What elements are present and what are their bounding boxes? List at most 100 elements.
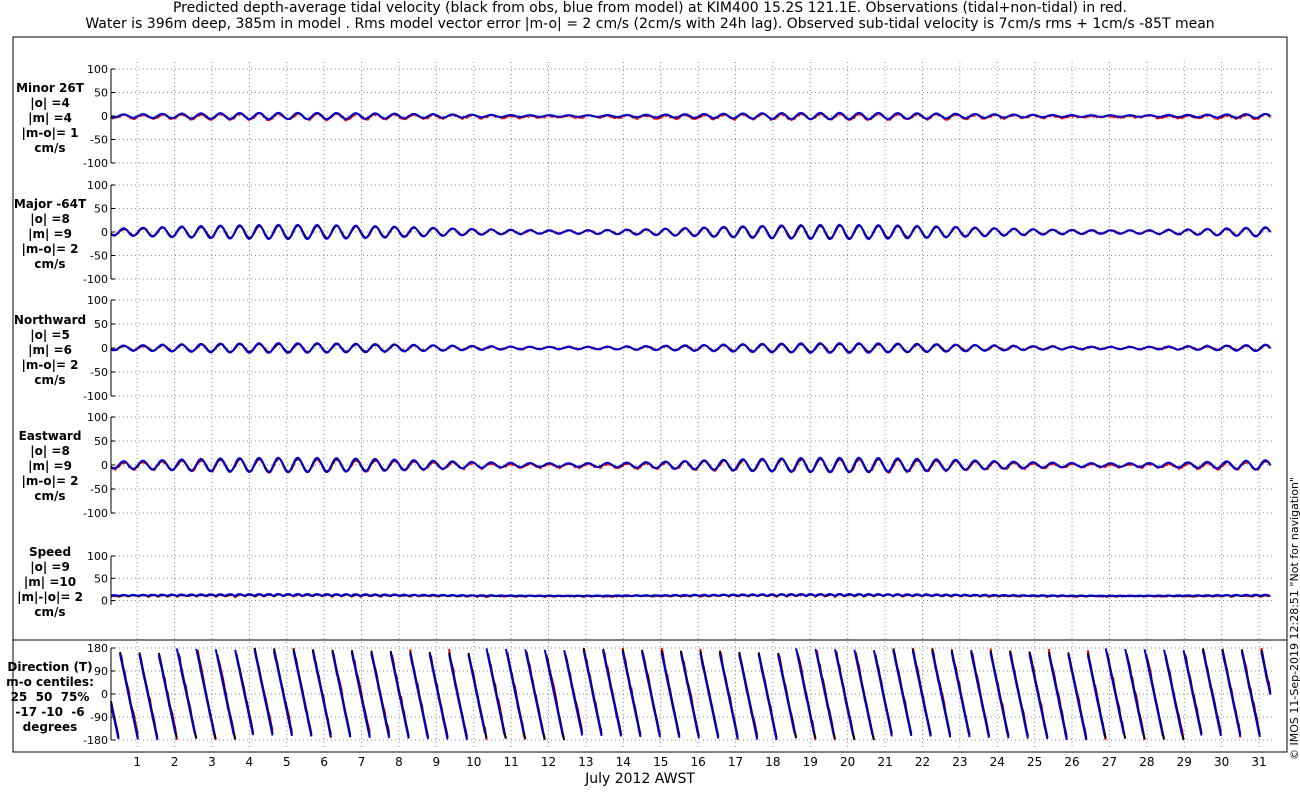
panel-label-northward-name: Northward (13, 313, 87, 327)
watermark: © IMOS 11-Sep-2019 12:28:51 "Not for nav… (1288, 476, 1300, 760)
model-direction-line (834, 649, 854, 735)
x-tick-label: 22 (915, 755, 930, 769)
panel-label-eastward-model: |m| =9 (28, 459, 72, 473)
model-direction-line (157, 654, 177, 734)
panel-label-northward-error: |m-o|= 2 (21, 358, 79, 372)
panel-label-speed-error: |m|-|o|= 2 (17, 590, 83, 604)
x-tick-label: 3 (208, 755, 216, 769)
y-tick-label: 180 (87, 642, 108, 655)
model-direction-line (524, 649, 545, 735)
x-tick-label: 15 (653, 755, 668, 769)
panel-label-minor-obs: |o| =4 (30, 96, 70, 110)
model-direction-line (1143, 649, 1164, 735)
model-direction-line (989, 652, 1010, 739)
y-tick-label: 100 (87, 63, 108, 76)
series-layer (110, 111, 1272, 741)
model-direction-line (1086, 654, 1106, 734)
model-direction-line (1124, 648, 1145, 735)
x-tick-label: 11 (503, 755, 518, 769)
y-tick-label: 90 (94, 665, 108, 678)
panel-label-direction-unit: degrees (22, 720, 78, 734)
model-series-line (110, 456, 1272, 474)
model-direction-line (467, 654, 486, 734)
model-direction-line (138, 654, 159, 741)
y-tick-label: -100 (83, 390, 108, 403)
x-tick-label: 23 (952, 755, 967, 769)
model-direction-line (1163, 649, 1183, 736)
panel-label-minor-error: |m-o|= 1 (21, 126, 79, 140)
model-direction-line (504, 648, 525, 735)
y-tick-label: -100 (83, 273, 108, 286)
x-tick-label: 1 (133, 755, 141, 769)
model-direction-line (738, 653, 759, 740)
model-direction-line (814, 648, 835, 735)
y-tick-label: -180 (83, 734, 108, 747)
panel-label-eastward-name: Eastward (18, 429, 82, 443)
model-direction-line (872, 649, 893, 736)
x-tick-label: 2 (171, 755, 179, 769)
y-tick-label: 100 (87, 179, 108, 192)
panel-label-speed-unit: cm/s (34, 605, 66, 619)
x-tick-label: 27 (1102, 755, 1117, 769)
panel-label-speed-model: |m| =10 (23, 575, 77, 589)
model-direction-line (119, 653, 139, 740)
panel-label-northward-obs: |o| =5 (30, 328, 70, 342)
panel-label-major: Major -64T |o| =8 |m| =9 |m-o|= 2 cm/s (4, 197, 96, 272)
model-direction-line (602, 650, 623, 737)
model-direction-line (1201, 650, 1222, 737)
x-tick-label: 28 (1139, 755, 1154, 769)
panel-label-speed: Speed |o| =9 |m| =10 |m|-|o|= 2 cm/s (4, 545, 96, 620)
model-direction-line (950, 651, 971, 738)
y-tick-label: 50 (94, 87, 108, 100)
model-direction-line (1221, 650, 1242, 737)
x-tick-label: 14 (616, 755, 631, 769)
model-direction-line (175, 648, 196, 735)
x-tick-label: 4 (246, 755, 254, 769)
model-direction-line (543, 649, 564, 736)
model-direction-line (1182, 649, 1203, 736)
x-tick-label: 5 (283, 755, 291, 769)
x-tick-label: 30 (1214, 755, 1229, 769)
panel-label-direction-centiles: m-o centiles: (6, 675, 94, 689)
panel-label-major-obs: |o| =8 (30, 212, 70, 226)
y-tick-label: 100 (87, 294, 108, 307)
model-series-line (110, 592, 1271, 598)
panel-label-major-error: |m-o|= 2 (21, 242, 79, 256)
y-tick-label: 0 (101, 459, 108, 472)
model-direction-line (1009, 653, 1029, 739)
panel-label-eastward-error: |m-o|= 2 (21, 474, 79, 488)
model-series-line (110, 342, 1272, 354)
plot-area: 1 2 3 4 5 6 7 8 9 10 11 12 13 14 15 16 17 18 19 20 21 22 23 24 2… (12, 36, 1288, 769)
model-direction-line (485, 648, 506, 735)
x-tick-label: 9 (433, 755, 441, 769)
x-tick-label: 26 (1064, 755, 1079, 769)
panel-label-major-name: Major -64T (13, 197, 87, 211)
plot-frame (12, 36, 1288, 753)
panel-label-eastward-unit: cm/s (34, 489, 66, 503)
x-tick-label: 25 (1027, 755, 1042, 769)
x-tick-label: 29 (1177, 755, 1192, 769)
model-direction-line (273, 650, 293, 737)
x-tick-label: 21 (877, 755, 892, 769)
x-tick-label: 18 (765, 755, 780, 769)
panel-label-speed-obs: |o| =9 (30, 560, 70, 574)
model-direction-line (641, 651, 661, 738)
x-tick-label: 16 (690, 755, 705, 769)
panel-label-direction-values: -17 -10 -6 (15, 705, 85, 719)
panel-label-major-unit: cm/s (34, 257, 66, 271)
x-axis-label: July 2012 AWST (585, 771, 695, 787)
model-series-line (110, 223, 1272, 241)
model-direction-line (1047, 653, 1068, 740)
y-tick-label: 0 (101, 595, 108, 608)
panel-label-direction-name: Direction (T) (7, 660, 93, 674)
model-direction-line (110, 703, 120, 740)
model-direction-line (795, 648, 815, 735)
model-direction-line (660, 652, 681, 739)
model-direction-line (757, 654, 778, 741)
model-direction-line (970, 652, 990, 738)
panel-label-speed-name: Speed (28, 545, 72, 559)
x-tick-label: 19 (803, 755, 818, 769)
panel-label-eastward: Eastward |o| =8 |m| =9 |m-o|= 2 cm/s (4, 429, 96, 504)
y-tick-label: 50 (94, 572, 108, 585)
y-tick-label: -100 (83, 157, 108, 170)
